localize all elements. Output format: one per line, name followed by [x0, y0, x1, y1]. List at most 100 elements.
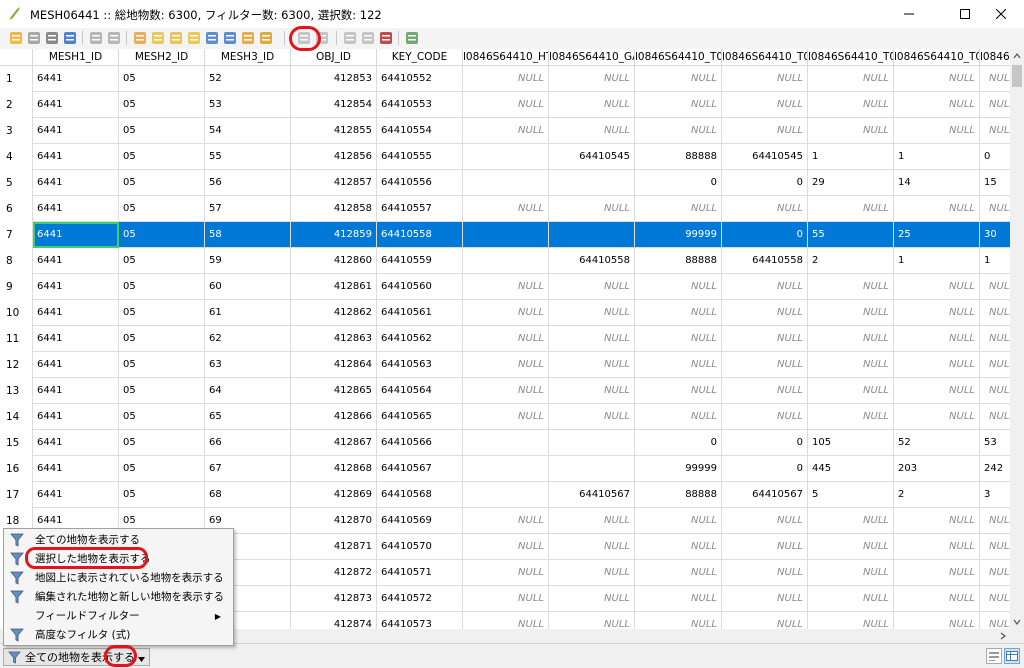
table-cell[interactable]: NULL — [808, 378, 894, 404]
table-cell[interactable]: 29 — [808, 170, 894, 196]
table-cell[interactable]: NULL — [808, 274, 894, 300]
table-cell[interactable]: NULL — [894, 66, 980, 92]
table-cell[interactable]: 62 — [205, 326, 291, 352]
table-cell[interactable]: 412867 — [291, 430, 377, 456]
table-cell[interactable]: 64410559 — [377, 248, 463, 274]
table-cell[interactable]: 64410572 — [377, 586, 463, 612]
table-cell[interactable] — [463, 430, 549, 456]
table-cell[interactable]: 64410558 — [377, 222, 463, 248]
table-row[interactable]: 8 6441 05 59 412860 64410559 64410558 88888 6441… — [0, 248, 1020, 274]
conditional-format-button[interactable] — [404, 30, 420, 46]
table-cell[interactable]: 412855 — [291, 118, 377, 144]
table-cell[interactable]: NULL — [635, 196, 722, 222]
table-cell[interactable]: 60 — [205, 274, 291, 300]
table-cell[interactable]: 05 — [119, 118, 205, 144]
table-cell[interactable]: 64410545 — [722, 144, 808, 170]
table-cell[interactable]: 0 — [722, 222, 808, 248]
table-view-button[interactable] — [1004, 648, 1020, 664]
table-cell[interactable]: 0 — [722, 456, 808, 482]
table-cell[interactable]: 64410567 — [722, 482, 808, 508]
table-cell[interactable]: 05 — [119, 404, 205, 430]
table-cell[interactable]: 05 — [119, 66, 205, 92]
table-cell[interactable]: 66 — [205, 430, 291, 456]
table-cell[interactable]: NULL — [463, 196, 549, 222]
table-cell[interactable]: NULL — [894, 560, 980, 586]
table-cell[interactable]: 05 — [119, 170, 205, 196]
table-cell[interactable]: NULL — [635, 300, 722, 326]
filter-menu-item[interactable]: 編集された地物と新しい地物を表示する — [4, 588, 233, 607]
table-cell[interactable]: 2 — [808, 248, 894, 274]
table-cell[interactable]: 56 — [205, 170, 291, 196]
table-cell[interactable]: NULL — [463, 404, 549, 430]
table-cell[interactable] — [463, 144, 549, 170]
table-cell[interactable]: 64410561 — [377, 300, 463, 326]
table-cell[interactable]: 64410567 — [377, 456, 463, 482]
field-calculator-button[interactable] — [378, 30, 394, 46]
zoom-to-selection-button[interactable] — [258, 30, 274, 46]
table-cell[interactable]: 203 — [894, 456, 980, 482]
table-cell[interactable]: 6441 — [33, 170, 119, 196]
table-cell[interactable]: 6441 — [33, 248, 119, 274]
table-cell[interactable]: NULL — [635, 586, 722, 612]
table-cell[interactable] — [549, 222, 635, 248]
table-cell[interactable]: NULL — [894, 404, 980, 430]
table-cell[interactable]: NULL — [808, 196, 894, 222]
column-header[interactable]: MESH1_ID — [33, 49, 119, 66]
table-cell[interactable] — [463, 456, 549, 482]
table-cell[interactable]: 64410570 — [377, 534, 463, 560]
table-cell[interactable]: 6441 — [33, 456, 119, 482]
table-cell[interactable]: 64410569 — [377, 508, 463, 534]
table-cell[interactable]: 0 — [722, 170, 808, 196]
table-cell[interactable]: 05 — [119, 196, 205, 222]
table-cell[interactable]: NULL — [635, 274, 722, 300]
table-cell[interactable]: 64410556 — [377, 170, 463, 196]
table-cell[interactable]: NULL — [463, 326, 549, 352]
select-by-expression-button[interactable] — [132, 30, 148, 46]
table-row[interactable]: 13 6441 05 64 412865 64410564 NULL NULL NULL NULL… — [0, 378, 1020, 404]
table-cell[interactable]: NULL — [463, 586, 549, 612]
table-cell[interactable]: 05 — [119, 430, 205, 456]
scroll-right-icon[interactable] — [996, 629, 1010, 643]
table-cell[interactable]: 64410563 — [377, 352, 463, 378]
table-cell[interactable] — [463, 222, 549, 248]
table-cell[interactable]: NULL — [808, 404, 894, 430]
table-cell[interactable]: NULL — [635, 508, 722, 534]
table-cell[interactable] — [549, 456, 635, 482]
table-cell[interactable] — [463, 170, 549, 196]
table-cell[interactable]: NULL — [635, 404, 722, 430]
reload-button[interactable] — [62, 30, 78, 46]
row-number[interactable]: 15 — [0, 430, 33, 456]
table-cell[interactable]: 64410567 — [549, 482, 635, 508]
table-cell[interactable]: 99999 — [635, 222, 722, 248]
table-cell[interactable]: 412853 — [291, 66, 377, 92]
table-cell[interactable]: 412854 — [291, 92, 377, 118]
table-cell[interactable]: 05 — [119, 144, 205, 170]
table-cell[interactable]: 412858 — [291, 196, 377, 222]
table-cell[interactable]: 64410564 — [377, 378, 463, 404]
table-cell[interactable]: 14 — [894, 170, 980, 196]
table-cell[interactable]: 05 — [119, 222, 205, 248]
table-cell[interactable]: 2 — [894, 482, 980, 508]
column-header[interactable]: KEY_CODE — [377, 49, 463, 66]
table-row[interactable]: 11 6441 05 62 412863 64410562 NULL NULL NULL NULL… — [0, 326, 1020, 352]
table-cell[interactable]: NULL — [463, 378, 549, 404]
table-cell[interactable]: 412874 — [291, 612, 377, 629]
table-cell[interactable]: NULL — [722, 118, 808, 144]
table-row[interactable]: 7 6441 05 58 412859 64410558 99999 0 55 25 30 — [0, 222, 1020, 248]
table-cell[interactable] — [463, 248, 549, 274]
column-header[interactable]: l0846S64410_T000846002 — [722, 49, 808, 66]
filter-menu-item[interactable]: フィールドフィルター ▶ — [4, 607, 233, 626]
table-cell[interactable]: 64410558 — [549, 248, 635, 274]
column-header[interactable]: l0846S64410_HTKS — [463, 49, 549, 66]
table-cell[interactable]: NULL — [722, 560, 808, 586]
filter-menu-item[interactable]: 高度なフィルタ (式) — [4, 626, 233, 645]
column-header[interactable]: l0846S64410_T000846003 — [808, 49, 894, 66]
table-cell[interactable]: 52 — [205, 66, 291, 92]
table-cell[interactable]: NULL — [635, 118, 722, 144]
table-cell[interactable]: 412870 — [291, 508, 377, 534]
table-cell[interactable]: NULL — [635, 352, 722, 378]
table-cell[interactable]: 412871 — [291, 534, 377, 560]
table-cell[interactable]: 412863 — [291, 326, 377, 352]
table-cell[interactable]: NULL — [463, 92, 549, 118]
table-cell[interactable]: NULL — [549, 66, 635, 92]
